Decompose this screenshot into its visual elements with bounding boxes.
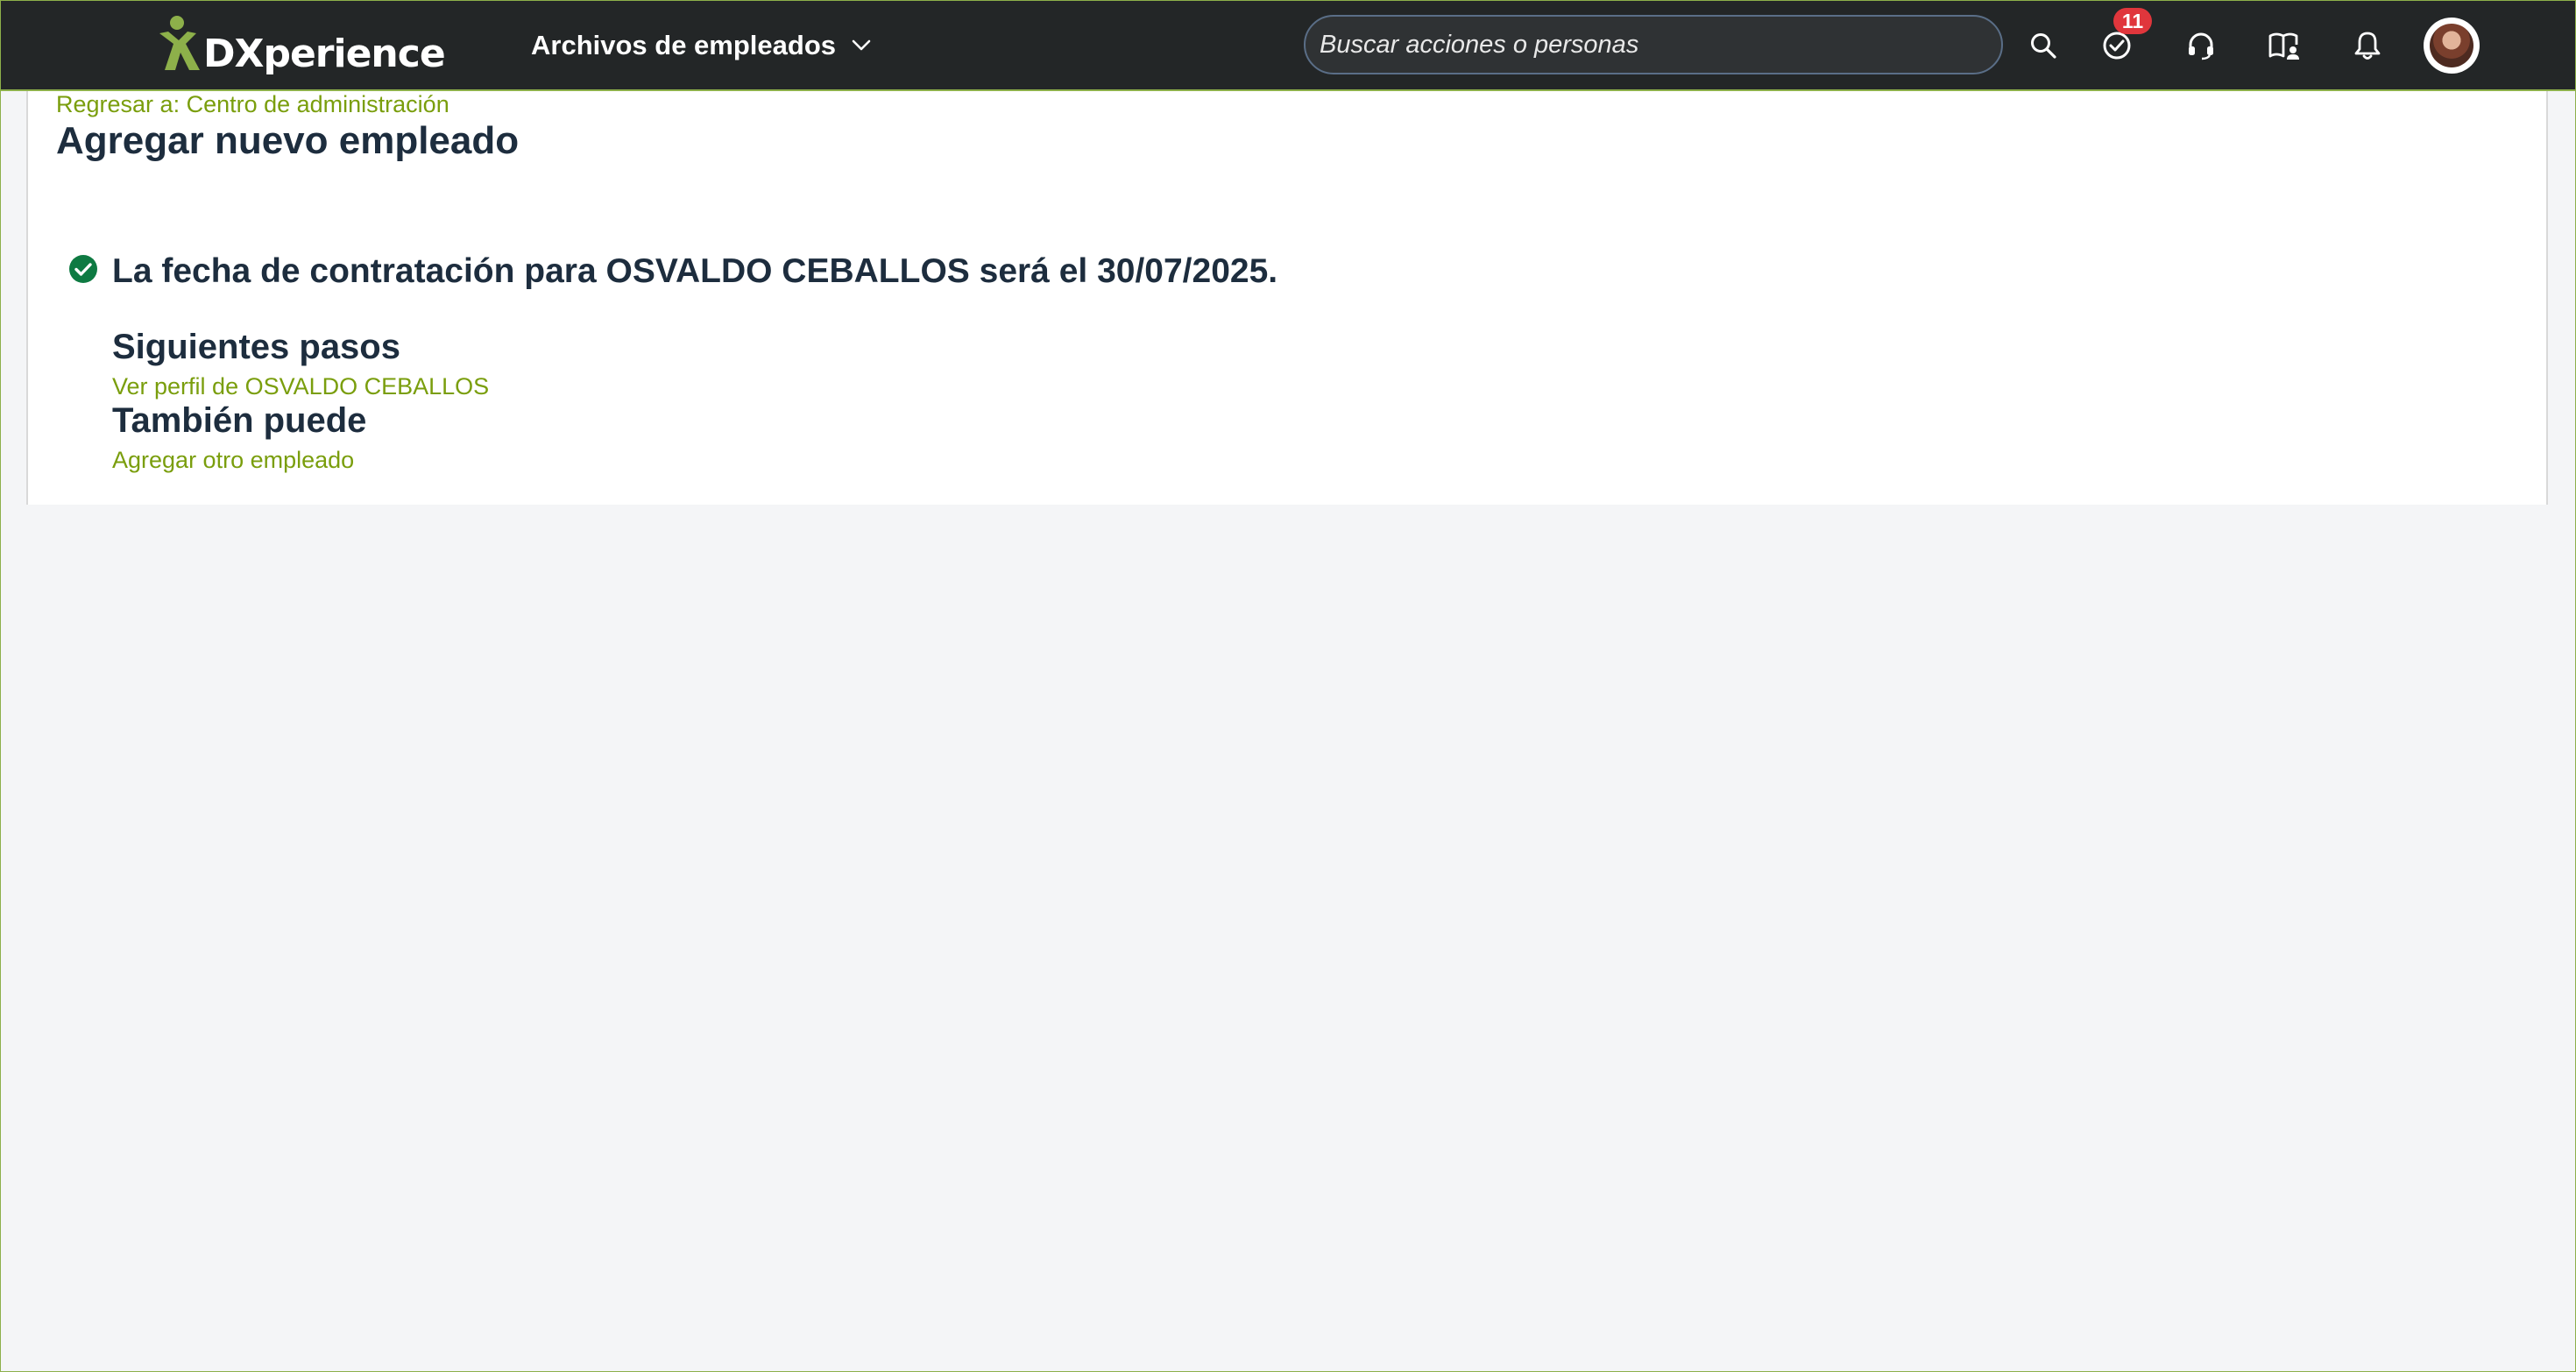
avatar-photo — [2430, 24, 2473, 67]
check-circle-filled-icon — [68, 254, 98, 288]
support-button[interactable] — [2176, 21, 2226, 70]
search-button[interactable] — [2019, 21, 2068, 70]
module-menu-label: Archivos de empleados — [531, 30, 837, 60]
also-can-heading: También puede — [112, 401, 367, 440]
back-to-admin-center-link[interactable]: Regresar a: Centro de administración — [56, 91, 449, 118]
headset-icon — [2189, 32, 2213, 60]
page-title: Agregar nuevo empleado — [56, 119, 520, 162]
add-another-employee-link[interactable]: Agregar otro empleado — [112, 447, 354, 474]
search-field[interactable] — [1304, 15, 2003, 74]
shell-bar: DXperience Archivos de empleados 11 — [0, 0, 2576, 91]
search-input[interactable] — [1306, 17, 2001, 73]
success-message: La fecha de contratación para OSVALDO CE… — [112, 252, 1278, 290]
chevron-down-icon — [852, 39, 871, 52]
search-icon — [2031, 33, 2056, 59]
company-logo[interactable]: DXperience — [156, 12, 446, 79]
book-user-icon — [2268, 32, 2299, 60]
check-circle-icon — [2103, 32, 2131, 60]
view-profile-link[interactable]: Ver perfil de OSVALDO CEBALLOS — [112, 373, 489, 400]
notifications-button[interactable] — [2343, 21, 2392, 70]
logo-text: DXperience — [203, 31, 446, 76]
learning-button[interactable] — [2260, 21, 2309, 70]
next-steps-heading: Siguientes pasos — [112, 328, 400, 366]
logo-figure-icon — [159, 16, 200, 70]
user-avatar[interactable] — [2424, 18, 2480, 74]
bell-icon — [2354, 32, 2381, 60]
module-menu-button[interactable]: Archivos de empleados — [531, 23, 871, 68]
todo-count-badge: 11 — [2113, 8, 2152, 34]
